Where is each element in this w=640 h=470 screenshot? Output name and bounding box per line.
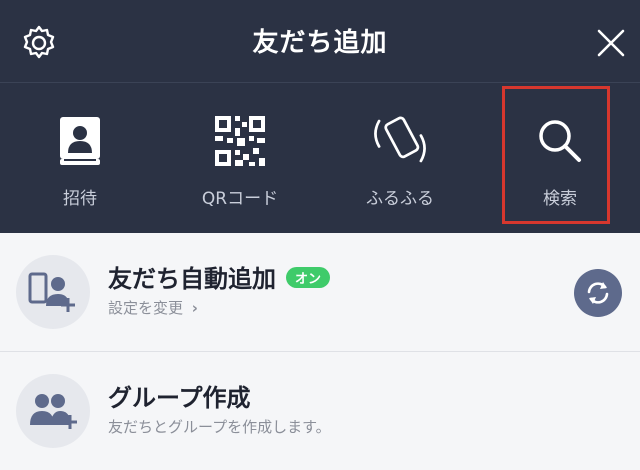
- group-add-icon: [16, 374, 90, 448]
- tab-qr-code-label: QRコード: [201, 189, 279, 209]
- tab-shake-label: ふるふる: [366, 189, 434, 209]
- list-item-auto-add[interactable]: 友だち自動追加 オン 設定を変更 ›: [0, 233, 640, 352]
- header: 友だち追加 招待 QRコード ふるふる 検索: [0, 0, 640, 233]
- group-create-subtitle: 友だちとグループを作成します。: [108, 418, 331, 436]
- close-icon[interactable]: [596, 28, 626, 58]
- tab-qr-code[interactable]: QRコード: [160, 83, 320, 233]
- phone-user-add-icon: [16, 255, 90, 329]
- top-bar: 友だち追加: [0, 0, 640, 83]
- auto-add-title: 友だち自動追加: [108, 265, 276, 293]
- sync-icon[interactable]: [574, 269, 622, 317]
- group-create-title: グループ作成: [108, 384, 251, 412]
- add-method-tabs: 招待 QRコード ふるふる 検索: [0, 83, 640, 233]
- chevron-right-icon: ›: [191, 299, 198, 317]
- page-title: 友だち追加: [252, 28, 388, 58]
- list-item-group-create[interactable]: グループ作成 友だちとグループを作成します。: [0, 352, 640, 470]
- auto-add-subtitle: 設定を変更: [108, 299, 184, 317]
- search-highlight-frame: [502, 86, 610, 224]
- auto-add-subtitle-row[interactable]: 設定を変更 ›: [108, 297, 198, 318]
- friend-add-options: 友だち自動追加 オン 設定を変更 › グループ作成 友だちとグループを作成します…: [0, 233, 640, 469]
- shake-phone-icon: [370, 111, 430, 171]
- tab-invite-label: 招待: [63, 189, 97, 209]
- qr-code-icon: [210, 111, 270, 171]
- contact-book-icon: [50, 111, 110, 171]
- add-friends-screen: 友だち追加 招待 QRコード ふるふる 検索 友だち自動追加 オン 設定を変更 …: [0, 0, 640, 469]
- tab-shake[interactable]: ふるふる: [320, 83, 480, 233]
- status-badge: オン: [286, 267, 331, 288]
- tab-invite[interactable]: 招待: [0, 83, 160, 233]
- auto-add-title-row: 友だち自動追加 オン: [108, 259, 331, 294]
